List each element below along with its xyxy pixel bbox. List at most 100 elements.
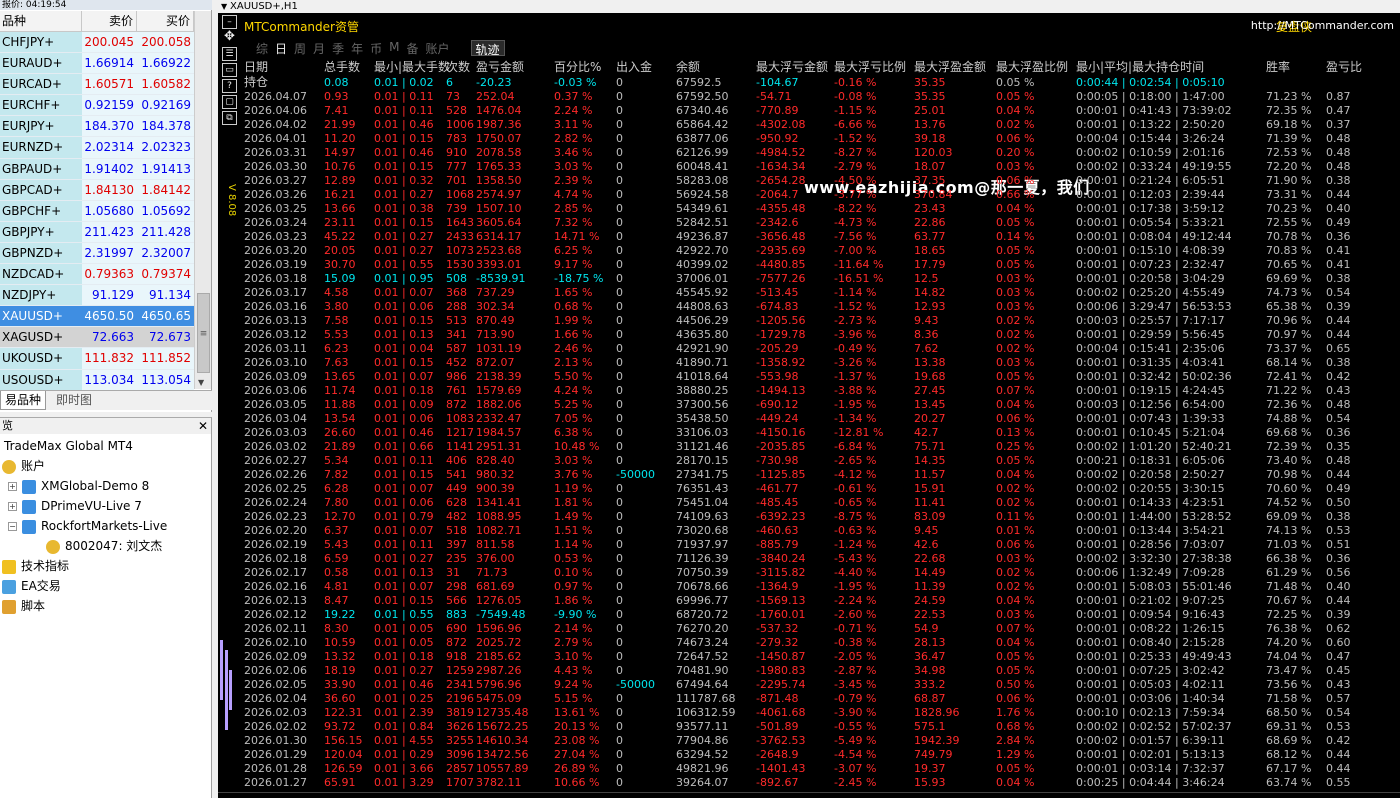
table-row[interactable]: 2026.02.04 36.60 0.01 | 0.25 2196 5475.09 5.1… bbox=[244, 692, 1400, 706]
market-watch-scrollbar[interactable]: ≡ ▼ bbox=[194, 11, 211, 389]
symbol-row[interactable]: EURJPY+ 184.370 184.378 bbox=[0, 116, 194, 138]
table-row[interactable]: 2026.02.27 5.34 0.01 | 0.11 406 828.40 3.03 %… bbox=[244, 454, 1400, 468]
symbol-row[interactable]: XAGUSD+ 72.663 72.673 bbox=[0, 327, 194, 349]
table-row[interactable]: 2026.02.05 33.90 0.01 | 0.46 2341 5796.96 9.2… bbox=[244, 678, 1400, 692]
scroll-down-icon[interactable]: ▼ bbox=[198, 378, 204, 387]
table-row[interactable]: 2026.04.01 11.20 0.01 | 0.15 783 1750.07 2.82… bbox=[244, 132, 1400, 146]
nav-account-3[interactable]: − RockfortMarkets-Live bbox=[8, 516, 167, 536]
symbol-row[interactable]: UKOUSD+ 111.832 111.852 bbox=[0, 348, 194, 370]
table-row[interactable]: 2026.02.02 93.72 0.01 | 0.84 3626 15672.25 20… bbox=[244, 720, 1400, 734]
period-tab[interactable]: 币 bbox=[370, 40, 382, 56]
period-tab[interactable]: 周 bbox=[294, 40, 306, 56]
table-row[interactable]: 2026.03.11 6.23 0.01 | 0.04 587 1031.19 2.46 … bbox=[244, 342, 1400, 356]
period-tab[interactable]: 月 bbox=[313, 40, 325, 56]
symbol-row[interactable]: EURCAD+ 1.60571 1.60582 bbox=[0, 74, 194, 96]
table-row[interactable]: 2026.04.02 21.99 0.01 | 0.46 1006 1987.36 3.1… bbox=[244, 118, 1400, 132]
table-row[interactable]: 2026.03.20 20.05 0.01 | 0.27 1073 2523.68 6.2… bbox=[244, 244, 1400, 258]
table-row[interactable]: 2026.01.29 120.04 0.01 | 0.29 3096 13472.56 2… bbox=[244, 748, 1400, 762]
nav-account-3-user[interactable]: 8002047: 刘文杰 bbox=[46, 536, 162, 556]
expand-icon[interactable]: + bbox=[8, 502, 17, 511]
dropdown-icon[interactable]: ▼ bbox=[221, 0, 227, 13]
table-row[interactable]: 2026.02.11 8.30 0.01 | 0.05 690 1596.96 2.14 … bbox=[244, 622, 1400, 636]
nav-account-1[interactable]: + XMGlobal-Demo 8 bbox=[8, 476, 149, 496]
period-tab[interactable]: 备 bbox=[406, 40, 418, 56]
website-link[interactable]: http://MTCommander.com bbox=[1251, 19, 1394, 32]
symbol-row[interactable]: GBPNZD+ 2.31997 2.32007 bbox=[0, 242, 194, 265]
symbol-row[interactable]: GBPJPY+ 211.423 211.428 bbox=[0, 221, 194, 243]
table-row[interactable]: 2026.03.18 15.09 0.01 | 0.95 508 -8539.91 -18… bbox=[244, 272, 1400, 286]
table-row[interactable]: 2026.03.13 7.58 0.01 | 0.15 513 870.49 1.99 %… bbox=[244, 314, 1400, 328]
symbol-row[interactable]: GBPAUD+ 1.91402 1.91413 bbox=[0, 158, 194, 180]
copy-icon[interactable]: ⧉ bbox=[222, 111, 237, 125]
nav-accounts[interactable]: 账户 bbox=[2, 456, 45, 476]
tab-symbols[interactable]: 易品种 bbox=[0, 391, 46, 410]
period-tab[interactable]: M bbox=[389, 40, 399, 56]
table-row[interactable]: 2026.03.17 4.58 0.01 | 0.07 368 737.29 1.65 %… bbox=[244, 286, 1400, 300]
table-row[interactable]: 2026.03.31 14.97 0.01 | 0.46 910 2078.58 3.46… bbox=[244, 146, 1400, 160]
table-row[interactable]: 2026.03.27 12.89 0.01 | 0.32 701 1358.50 2.39… bbox=[244, 174, 1400, 188]
monitor-icon[interactable]: ▭ bbox=[222, 63, 237, 77]
symbol-row[interactable]: NZDCAD+ 0.79363 0.79374 bbox=[0, 264, 194, 286]
table-row[interactable]: 2026.01.28 126.59 0.01 | 3.66 2857 10557.89 2… bbox=[244, 762, 1400, 776]
col-symbol[interactable]: 品种 bbox=[0, 11, 82, 31]
nav-root[interactable]: TradeMax Global MT4 bbox=[4, 436, 133, 456]
symbol-row[interactable]: GBPCAD+ 1.84130 1.84142 bbox=[0, 179, 194, 201]
table-row[interactable]: 2026.03.16 3.80 0.01 | 0.06 288 302.34 0.68 %… bbox=[244, 300, 1400, 314]
table-row[interactable]: 2026.02.06 18.19 0.01 | 0.27 1259 2987.26 4.4… bbox=[244, 664, 1400, 678]
col-bid[interactable]: 卖价 bbox=[82, 11, 137, 31]
table-row[interactable]: 2026.02.25 6.28 0.01 | 0.07 449 900.39 1.19 %… bbox=[244, 482, 1400, 496]
symbol-row[interactable]: NZDJPY+ 91.129 91.134 bbox=[0, 285, 194, 307]
table-row[interactable]: 2026.03.12 5.53 0.01 | 0.13 341 713.90 1.66 %… bbox=[244, 328, 1400, 342]
table-row[interactable]: 2026.03.06 11.74 0.01 | 0.18 761 1579.69 4.24… bbox=[244, 384, 1400, 398]
move-icon[interactable]: ✥ bbox=[222, 30, 237, 45]
collapse-icon[interactable]: − bbox=[8, 522, 17, 531]
tab-tick-chart[interactable]: 即时图 bbox=[52, 391, 96, 410]
table-row[interactable]: 2026.02.19 5.43 0.01 | 0.11 397 811.58 1.14 %… bbox=[244, 538, 1400, 552]
close-icon[interactable]: ✕ bbox=[198, 418, 208, 434]
period-tab[interactable]: 日 bbox=[275, 40, 287, 56]
period-tab[interactable]: 季 bbox=[332, 40, 344, 56]
table-row[interactable]: 2026.04.06 7.41 0.01 | 0.11 528 1476.04 2.24 … bbox=[244, 104, 1400, 118]
expand-icon[interactable]: + bbox=[8, 482, 17, 491]
table-row[interactable]: 2026.02.23 12.70 0.01 | 0.79 482 1088.95 1.49… bbox=[244, 510, 1400, 524]
table-row[interactable]: 2026.02.20 6.37 0.01 | 0.07 518 1082.71 1.51 … bbox=[244, 524, 1400, 538]
table-row[interactable]: 2026.03.10 7.63 0.01 | 0.15 452 872.07 2.13 %… bbox=[244, 356, 1400, 370]
nav-indicators[interactable]: 技术指标 bbox=[2, 556, 69, 576]
period-tab[interactable]: 年 bbox=[351, 40, 363, 56]
minimize-icon[interactable]: – bbox=[222, 15, 237, 29]
table-row[interactable]: 2026.01.30 156.15 0.01 | 4.55 3255 14610.34 2… bbox=[244, 734, 1400, 748]
table-row[interactable]: 2026.02.18 6.59 0.01 | 0.27 235 376.00 0.53 %… bbox=[244, 552, 1400, 566]
window-icon[interactable]: ▢ bbox=[222, 95, 237, 109]
table-row[interactable]: 2026.03.04 13.54 0.01 | 0.06 1083 2332.47 7.0… bbox=[244, 412, 1400, 426]
period-tab[interactable]: 账户 bbox=[425, 40, 449, 56]
table-row[interactable]: 2026.02.26 7.82 0.01 | 0.15 541 980.32 3.76 %… bbox=[244, 468, 1400, 482]
nav-ea[interactable]: EA交易 bbox=[2, 576, 61, 596]
symbol-row[interactable]: CHFJPY+ 200.045 200.058 bbox=[0, 32, 194, 54]
table-row[interactable]: 2026.02.09 13.32 0.01 | 0.18 918 2185.62 3.10… bbox=[244, 650, 1400, 664]
table-row[interactable]: 2026.02.03 122.31 0.01 | 2.39 3819 12735.48 1… bbox=[244, 706, 1400, 720]
table-row[interactable]: 2026.03.23 45.22 0.01 | 0.27 2433 6314.17 14.… bbox=[244, 230, 1400, 244]
table-row[interactable]: 2026.03.25 13.66 0.01 | 0.38 739 1507.10 2.85… bbox=[244, 202, 1400, 216]
table-row[interactable]: 2026.02.17 0.58 0.01 | 0.13 31 71.73 0.10 % 0 7… bbox=[244, 566, 1400, 580]
col-ask[interactable]: 买价 bbox=[137, 11, 194, 31]
symbol-row[interactable]: USOUSD+ 113.034 113.054 bbox=[0, 369, 194, 391]
nav-scripts[interactable]: 脚本 bbox=[2, 596, 45, 616]
nav-account-2[interactable]: + DPrimeVU-Live 7 bbox=[8, 496, 142, 516]
table-row[interactable]: 2026.02.10 10.59 0.01 | 0.05 872 2025.72 2.79… bbox=[244, 636, 1400, 650]
table-row[interactable]: 2026.03.24 23.11 0.01 | 0.15 1643 3605.64 7.3… bbox=[244, 216, 1400, 230]
help-icon[interactable]: ? bbox=[222, 79, 237, 93]
table-row[interactable]: 2026.02.13 8.47 0.01 | 0.15 566 1276.05 1.86 … bbox=[244, 594, 1400, 608]
chart-window[interactable]: ▼ XAUUSD+,H1 – ✥ ☰ ▭ ? ▢ ⧉ V 8.08 MTComm… bbox=[218, 0, 1400, 798]
list-icon[interactable]: ☰ bbox=[222, 47, 237, 61]
symbol-row[interactable]: EURCHF+ 0.92159 0.92169 bbox=[0, 95, 194, 117]
table-row[interactable]: 2026.03.03 26.60 0.01 | 0.46 1217 1984.57 6.3… bbox=[244, 426, 1400, 440]
symbol-row[interactable]: XAUUSD+ 4650.50 4650.65 bbox=[0, 306, 194, 328]
symbol-row[interactable]: EURAUD+ 1.66914 1.66922 bbox=[0, 53, 194, 75]
table-row[interactable]: 2026.03.30 10.76 0.01 | 0.15 777 1765.33 3.03… bbox=[244, 160, 1400, 174]
track-button[interactable]: 轨迹 bbox=[470, 40, 505, 57]
table-row[interactable]: 2026.02.16 4.81 0.01 | 0.07 298 681.69 0.97 %… bbox=[244, 580, 1400, 594]
table-row[interactable]: 2026.03.09 13.65 0.01 | 0.07 986 2138.39 5.50… bbox=[244, 370, 1400, 384]
period-tab[interactable]: 综 bbox=[256, 40, 268, 56]
table-row[interactable]: 2026.03.26 16.21 0.01 | 0.27 1068 2574.97 4.7… bbox=[244, 188, 1400, 202]
table-row[interactable]: 2026.04.07 0.93 0.01 | 0.11 73 252.04 0.37 % 0… bbox=[244, 90, 1400, 104]
